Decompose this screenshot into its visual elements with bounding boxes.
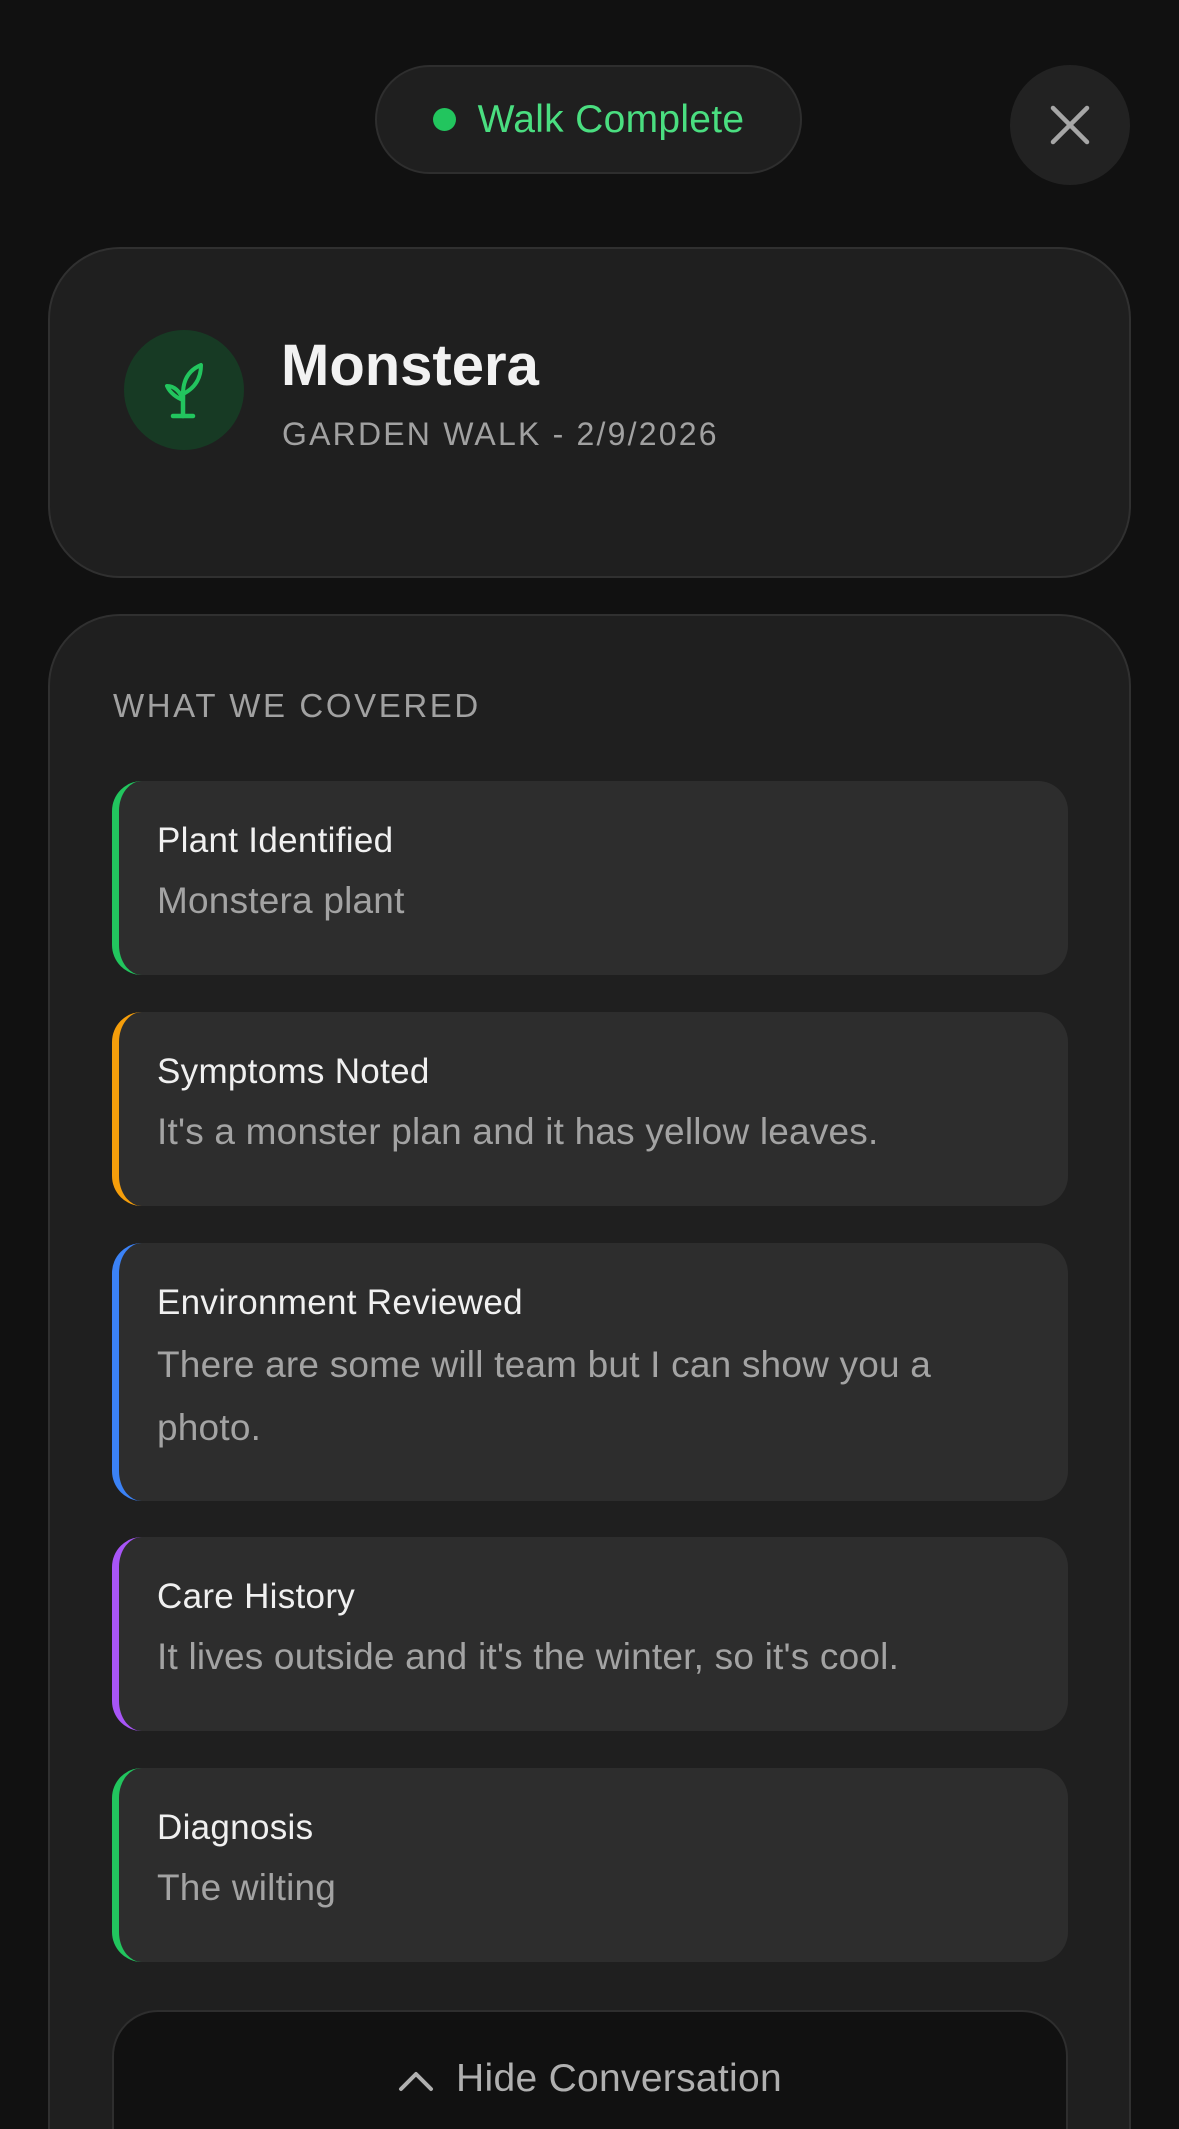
status-label: Walk Complete bbox=[477, 97, 745, 141]
item-body: Monstera plant bbox=[157, 880, 405, 921]
sprout-icon bbox=[165, 363, 203, 419]
covered-item-care-history: Care History It lives outside and it's t… bbox=[112, 1537, 1068, 1731]
item-body: The wilting bbox=[157, 1867, 337, 1908]
covered-item-plant-identified: Plant Identified Monstera plant bbox=[112, 781, 1068, 975]
close-icon bbox=[1050, 105, 1090, 145]
item-body: There are some will team but I can show … bbox=[157, 1344, 932, 1448]
item-title: Plant Identified bbox=[157, 821, 394, 860]
hide-conversation-button[interactable]: Hide Conversation bbox=[112, 2010, 1068, 2129]
covered-item-symptoms: Symptoms Noted It's a monster plan and i… bbox=[112, 1012, 1068, 1206]
plant-card: Monstera GARDEN WALK - 2/9/2026 bbox=[48, 247, 1131, 578]
plant-name: Monstera bbox=[281, 333, 539, 398]
item-body: It's a monster plan and it has yellow le… bbox=[157, 1111, 879, 1152]
walk-summary-screen: Walk Complete Monstera GARDEN WALK - 2/9… bbox=[0, 0, 1179, 2129]
chevron-up-icon bbox=[399, 2072, 434, 2091]
covered-item-diagnosis: Diagnosis The wilting bbox=[112, 1768, 1068, 1962]
walk-date: GARDEN WALK - 2/9/2026 bbox=[282, 416, 719, 452]
item-title: Diagnosis bbox=[157, 1808, 314, 1847]
item-title: Symptoms Noted bbox=[157, 1052, 430, 1091]
item-title: Care History bbox=[157, 1577, 356, 1616]
item-body: It lives outside and it's the winter, so… bbox=[157, 1636, 900, 1677]
item-title: Environment Reviewed bbox=[157, 1283, 523, 1322]
covered-section: WHAT WE COVERED Plant Identified Monster… bbox=[48, 614, 1131, 2129]
hide-conversation-label: Hide Conversation bbox=[456, 2057, 782, 2100]
status-badge: Walk Complete bbox=[375, 65, 802, 174]
covered-item-environment: Environment Reviewed There are some will… bbox=[112, 1243, 1068, 1501]
section-heading: WHAT WE COVERED bbox=[113, 687, 481, 724]
plant-avatar bbox=[124, 330, 244, 450]
close-button[interactable] bbox=[1010, 65, 1130, 185]
status-dot bbox=[432, 108, 456, 131]
